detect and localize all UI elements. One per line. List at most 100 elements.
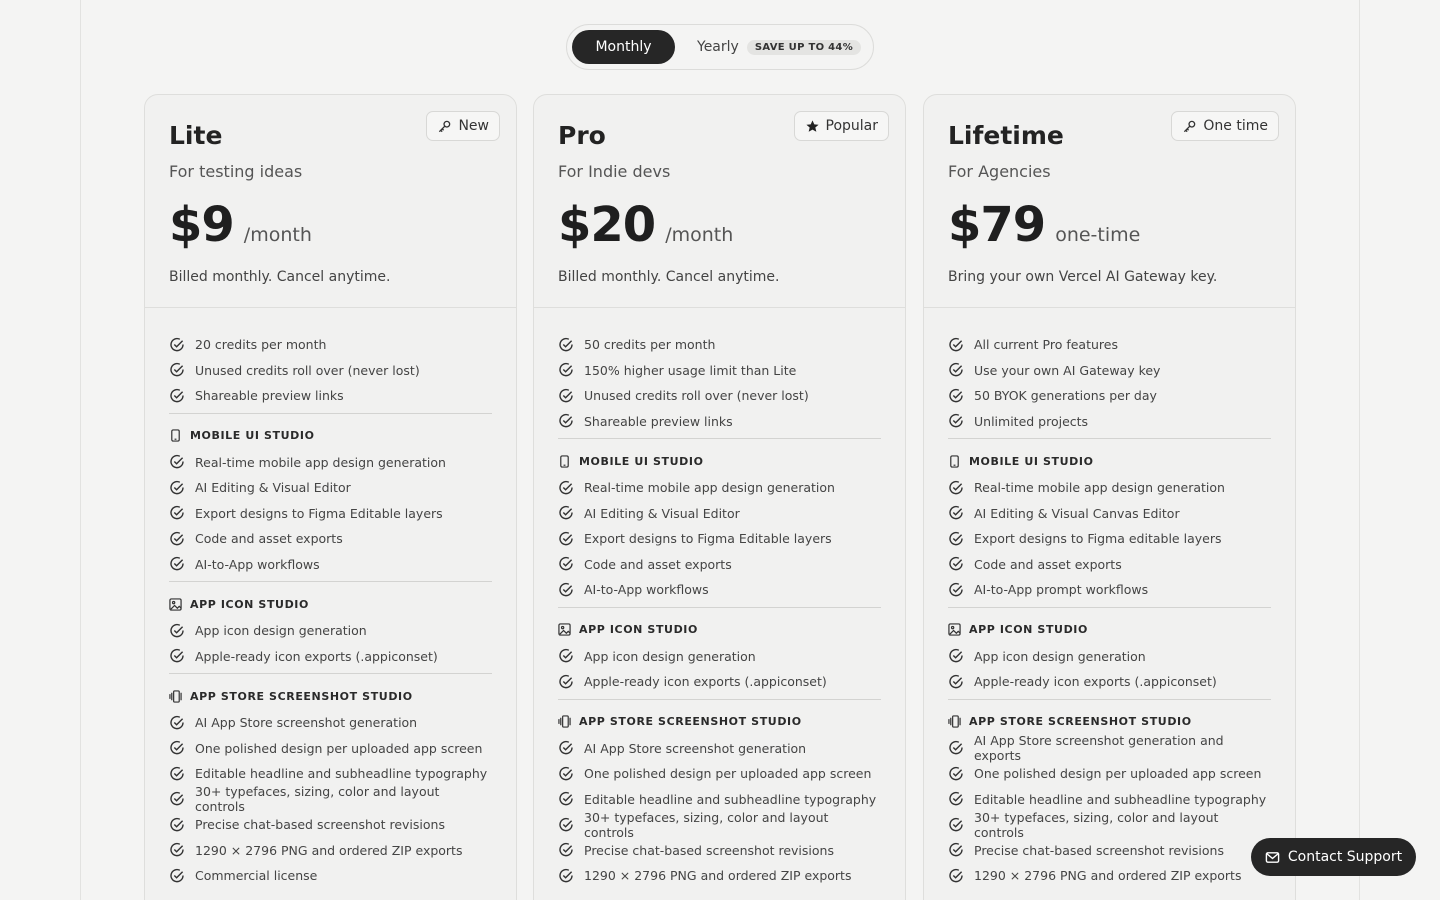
feature-text: 1290 × 2796 PNG and ordered ZIP exports bbox=[195, 842, 463, 858]
phone-icon bbox=[948, 454, 961, 468]
feature-item: Precise chat-based screenshot revisions bbox=[169, 812, 492, 838]
feature-text: AI App Store screenshot generation and e… bbox=[974, 733, 1224, 764]
feature-item: Real-time mobile app design generation bbox=[169, 450, 492, 476]
feature-item: AI-to-App workflows bbox=[558, 577, 881, 603]
check-icon bbox=[948, 505, 964, 521]
feature-text: Code and asset exports bbox=[195, 531, 343, 547]
feature-item: Unused credits roll over (never lost) bbox=[169, 358, 492, 384]
plan-badge: Popular bbox=[793, 111, 889, 141]
feature-item: 20 credits per month bbox=[169, 332, 492, 358]
plan-badge: New bbox=[426, 111, 500, 141]
section-divider bbox=[948, 698, 1271, 700]
section-divider bbox=[558, 698, 881, 700]
plan-card-header: Pro For Indie devs $20/month Billed monthly… bbox=[534, 95, 905, 308]
check-icon bbox=[169, 531, 185, 547]
monthly-option[interactable]: Monthly bbox=[572, 30, 675, 64]
feature-item: App icon design generation bbox=[948, 644, 1271, 670]
check-icon bbox=[948, 582, 964, 598]
feature-text: One polished design per uploaded app scr… bbox=[584, 766, 872, 782]
feature-item: Unused credits roll over (never lost) bbox=[558, 383, 881, 409]
feature-text: App icon design generation bbox=[974, 648, 1146, 664]
section-title: MOBILE UI STUDIO bbox=[579, 454, 704, 468]
price-row: $20/month bbox=[558, 197, 881, 253]
feature-item: Export designs to Figma Editable layers bbox=[169, 501, 492, 527]
feature-item: Editable headline and subheadline typogr… bbox=[169, 761, 492, 787]
key-icon bbox=[1182, 119, 1197, 134]
feature-text: 50 BYOK generations per day bbox=[974, 388, 1157, 404]
price-row: $79 one-time bbox=[948, 197, 1271, 253]
feature-item: 150% higher usage limit than Lite bbox=[558, 358, 881, 384]
section-title: APP ICON STUDIO bbox=[969, 623, 1088, 636]
feature-item: 50 BYOK generations per day bbox=[948, 383, 1271, 409]
feature-text: Export designs to Figma Editable layers bbox=[584, 531, 832, 547]
feature-text: All current Pro features bbox=[974, 337, 1118, 353]
feature-text: Shareable preview links bbox=[195, 388, 344, 404]
check-icon bbox=[169, 766, 185, 782]
image-icon bbox=[948, 623, 961, 636]
feature-text: One polished design per uploaded app scr… bbox=[195, 740, 483, 756]
feature-item: Export designs to Figma editable layers bbox=[948, 526, 1271, 552]
check-icon bbox=[948, 817, 964, 833]
feature-item: Commercial license bbox=[169, 863, 492, 889]
section-heading: MOBILE UI STUDIO bbox=[169, 426, 492, 446]
plan-price: $79 bbox=[948, 197, 1046, 253]
plan-card-lite: Lite For testing ideas $9/month Billed mont… bbox=[144, 94, 517, 900]
plan-tagline: For Indie devs bbox=[558, 162, 671, 181]
check-icon bbox=[558, 362, 574, 378]
feature-text: AI-to-App prompt workflows bbox=[974, 582, 1149, 598]
feature-text: AI Editing & Visual Editor bbox=[195, 480, 351, 496]
feature-item: App icon design generation bbox=[558, 644, 881, 670]
feature-text: Shareable preview links bbox=[584, 413, 733, 429]
mail-icon bbox=[1265, 851, 1280, 863]
feature-text: Editable headline and subheadline typogr… bbox=[974, 791, 1267, 807]
feature-text: App icon design generation bbox=[195, 623, 367, 639]
feature-text: Real-time mobile app design generation bbox=[974, 480, 1225, 496]
check-icon bbox=[948, 842, 964, 858]
feature-text: AI App Store screenshot generation bbox=[195, 715, 418, 731]
check-icon bbox=[948, 766, 964, 782]
feature-item: One polished design per uploaded app scr… bbox=[948, 761, 1271, 787]
plan-badge-label: Popular bbox=[825, 118, 879, 134]
check-icon bbox=[558, 674, 574, 690]
plan-tagline: For testing ideas bbox=[169, 162, 303, 181]
feature-text: 1290 × 2796 PNG and ordered ZIP exports bbox=[584, 868, 852, 884]
price-row: $9/month bbox=[169, 197, 492, 253]
feature-item: Editable headline and subheadline typogr… bbox=[948, 787, 1271, 813]
feature-text: AI Editing & Visual Editor bbox=[584, 505, 740, 521]
check-icon bbox=[948, 868, 964, 884]
feature-text: Precise chat-based screenshot revisions bbox=[584, 842, 834, 858]
feature-item: AI Editing & Visual Editor bbox=[169, 475, 492, 501]
check-icon bbox=[948, 648, 964, 664]
feature-text: Commercial license bbox=[195, 868, 318, 884]
check-icon bbox=[948, 556, 964, 572]
plan-period: /month bbox=[665, 224, 734, 246]
feature-text: Editable headline and subheadline typogr… bbox=[584, 791, 877, 807]
check-icon bbox=[169, 648, 185, 664]
feature-text: Use your own AI Gateway key bbox=[974, 362, 1161, 378]
feature-item: One polished design per uploaded app scr… bbox=[169, 736, 492, 762]
section-divider bbox=[948, 606, 1271, 608]
check-icon bbox=[169, 454, 185, 470]
plan-features: All current Pro features Use your own AI … bbox=[924, 308, 1295, 889]
section-heading: APP STORE SCREENSHOT STUDIO bbox=[169, 686, 492, 706]
feature-item: All current Pro features bbox=[948, 332, 1271, 358]
section-title: APP ICON STUDIO bbox=[579, 623, 698, 636]
feature-item: 30+ typefaces, sizing, color and layout … bbox=[948, 810, 1271, 840]
check-icon bbox=[169, 505, 185, 521]
feature-text: Precise chat-based screenshot revisions bbox=[195, 817, 445, 833]
feature-item: 1290 × 2796 PNG and ordered ZIP exports bbox=[948, 863, 1271, 889]
check-icon bbox=[169, 623, 185, 639]
yearly-option[interactable]: Yearly SAVE UP TO 44% bbox=[697, 30, 862, 64]
section-divider bbox=[169, 412, 492, 414]
feature-text: App icon design generation bbox=[584, 648, 756, 664]
contact-support-button[interactable]: Contact Support bbox=[1251, 838, 1416, 876]
check-icon bbox=[948, 337, 964, 353]
feature-text: Unused credits roll over (never lost) bbox=[195, 362, 420, 378]
phone-icon bbox=[558, 454, 571, 468]
feature-text: One polished design per uploaded app scr… bbox=[974, 766, 1262, 782]
feature-text: Precise chat-based screenshot revisions bbox=[974, 842, 1224, 858]
section-divider bbox=[948, 438, 1271, 439]
feature-item: AI Editing & Visual Canvas Editor bbox=[948, 501, 1271, 527]
check-icon bbox=[169, 388, 185, 404]
section-heading: APP ICON STUDIO bbox=[169, 594, 492, 614]
